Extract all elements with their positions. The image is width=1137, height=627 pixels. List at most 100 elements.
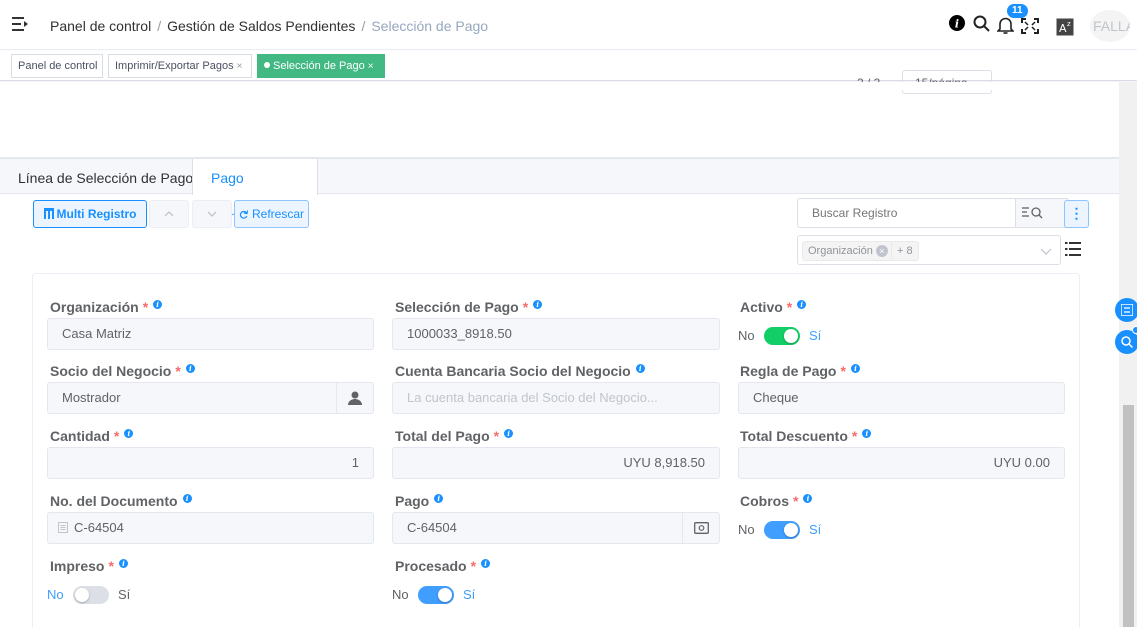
column-chip-label: Organización xyxy=(808,245,873,257)
organizacion-label: Organización * i xyxy=(50,299,163,315)
seleccion-pago-field[interactable]: 1000033_8918.50 xyxy=(392,318,720,350)
info-icon[interactable]: i xyxy=(481,559,491,568)
tab-linea-seleccion-pago[interactable]: Línea de Selección de Pago xyxy=(0,159,211,194)
tag-seleccion-de-pago[interactable]: Selección de Pago × xyxy=(257,54,385,78)
refresh-button[interactable]: Refrescar xyxy=(234,200,309,228)
impreso-switch[interactable]: No Sí xyxy=(47,585,147,605)
breadcrumb-item[interactable]: Gestión de Saldos Pendientes xyxy=(167,18,355,34)
info-icon[interactable]: i xyxy=(124,429,134,438)
pago-lookup-button[interactable] xyxy=(682,513,719,543)
previous-record-button[interactable] xyxy=(149,200,189,228)
info-icon[interactable]: i xyxy=(185,364,195,373)
info-icon[interactable]: i xyxy=(850,364,860,373)
procesado-label: Procesado * i xyxy=(395,558,491,574)
info-icon[interactable]: i xyxy=(533,300,543,309)
scrollbar-thumb[interactable] xyxy=(1123,405,1134,627)
breadcrumb-item[interactable]: Panel de control xyxy=(50,18,151,34)
font-size-icon[interactable]: Az xyxy=(1056,18,1074,36)
active-dot-icon xyxy=(264,62,270,68)
info-icon[interactable]: i xyxy=(182,494,192,503)
pago-label: Pago i xyxy=(395,493,444,509)
info-icon[interactable]: i xyxy=(862,429,872,438)
tab-bar: Línea de Selección de Pago Pago Generado xyxy=(0,157,1119,224)
switch-on-label: Sí xyxy=(118,587,131,602)
cobros-switch[interactable]: No Sí xyxy=(738,520,838,540)
close-icon[interactable]: × xyxy=(368,61,374,72)
total-pago-field[interactable]: UYU 8,918.50 xyxy=(392,447,720,479)
cuenta-bancaria-field[interactable]: La cuenta bancaria del Socio del Negocio… xyxy=(392,382,720,414)
multi-record-button[interactable]: Multi Registro xyxy=(33,200,147,228)
table-icon xyxy=(43,208,54,219)
switch-knob xyxy=(784,523,798,537)
pago-value: C-64504 xyxy=(407,520,457,535)
pago-field[interactable]: C-64504 xyxy=(392,512,720,544)
procesado-switch[interactable]: No Sí xyxy=(392,585,492,605)
more-options-button[interactable]: ⋮ xyxy=(1064,200,1089,228)
info-icon[interactable]: i xyxy=(803,494,813,503)
switch-knob xyxy=(75,588,89,602)
fullscreen-icon[interactable] xyxy=(1021,18,1039,34)
no-documento-field[interactable]: C-64504 xyxy=(47,512,374,544)
visible-columns-select[interactable]: Organización × + 8 xyxy=(797,235,1061,265)
total-descuento-field[interactable]: UYU 0.00 xyxy=(738,447,1065,479)
tag-imprimir-exportar[interactable]: Imprimir/Exportar Pagos × xyxy=(108,54,252,78)
impreso-label: Impreso * i xyxy=(50,558,128,574)
info-icon[interactable]: i xyxy=(434,494,444,503)
info-icon[interactable]: i xyxy=(153,300,163,309)
tag-label: Panel de control xyxy=(18,60,98,72)
remove-chip-icon[interactable]: × xyxy=(875,245,888,257)
socio-field[interactable]: Mostrador xyxy=(47,382,374,414)
info-icon[interactable]: i xyxy=(635,364,645,373)
svg-text:A: A xyxy=(1059,22,1067,35)
column-chip: Organización × xyxy=(802,241,894,261)
info-icon[interactable]: i xyxy=(797,300,807,309)
switch-off-label: No xyxy=(392,587,409,602)
switch-knob xyxy=(438,588,452,602)
record-search-fab[interactable] xyxy=(1115,326,1137,354)
breadcrumb: Panel de control / Gestión de Saldos Pendi… xyxy=(50,18,489,34)
switch-knob xyxy=(784,329,798,343)
regla-pago-select[interactable]: Cheque xyxy=(738,382,1065,414)
notification-badge: 11 xyxy=(1007,4,1028,18)
search-icon[interactable] xyxy=(973,15,990,32)
next-record-button[interactable] xyxy=(192,200,232,228)
tag-panel-de-control[interactable]: Panel de control xyxy=(11,54,103,78)
bell-icon[interactable] xyxy=(997,16,1014,34)
activo-switch[interactable]: No Sí xyxy=(738,326,838,346)
socio-lookup-button[interactable] xyxy=(336,383,373,413)
refresh-icon xyxy=(239,210,249,219)
navbar: Panel de control / Gestión de Saldos Pendi… xyxy=(0,0,1137,50)
switch-on-label: Sí xyxy=(809,522,822,537)
search-record-input[interactable] xyxy=(797,198,1017,228)
multi-record-label: Multi Registro xyxy=(56,207,137,221)
user-icon xyxy=(348,391,362,405)
cantidad-field[interactable]: 1 xyxy=(47,447,374,479)
tab-pago-generado[interactable]: Pago Generado xyxy=(192,159,318,224)
cobros-label: Cobros * i xyxy=(740,493,813,509)
svg-text:z: z xyxy=(1067,20,1071,28)
more-columns-chip: + 8 xyxy=(891,241,919,261)
close-icon[interactable]: × xyxy=(237,61,243,72)
list-settings-icon[interactable] xyxy=(1065,241,1081,257)
zoom-icon xyxy=(1121,336,1133,348)
record-list-fab[interactable] xyxy=(1115,298,1137,322)
info-icon[interactable]: i xyxy=(118,559,128,568)
avatar[interactable]: FALLA xyxy=(1090,10,1130,42)
total-descuento-label: Total Descuento * i xyxy=(740,428,872,444)
chevron-down-icon xyxy=(1040,248,1052,255)
tag-label: Selección de Pago xyxy=(273,60,365,72)
svg-text:i: i xyxy=(955,18,959,31)
payment-icon xyxy=(694,522,709,534)
breadcrumb-current: Selección de Pago xyxy=(371,18,489,34)
organizacion-field[interactable]: Casa Matriz xyxy=(47,318,374,350)
info-icon[interactable]: i xyxy=(504,429,514,438)
info-icon[interactable]: i xyxy=(949,15,965,31)
hamburger-menu-icon[interactable] xyxy=(12,17,28,31)
tag-label: Imprimir/Exportar Pagos xyxy=(115,60,234,72)
scroll-mask xyxy=(0,82,1119,90)
list-icon xyxy=(1121,304,1133,316)
seleccion-pago-label: Selección de Pago * i xyxy=(395,299,543,315)
switch-off-label: No xyxy=(47,587,64,602)
search-button[interactable] xyxy=(1015,198,1069,228)
switch-off-label: No xyxy=(738,522,755,537)
